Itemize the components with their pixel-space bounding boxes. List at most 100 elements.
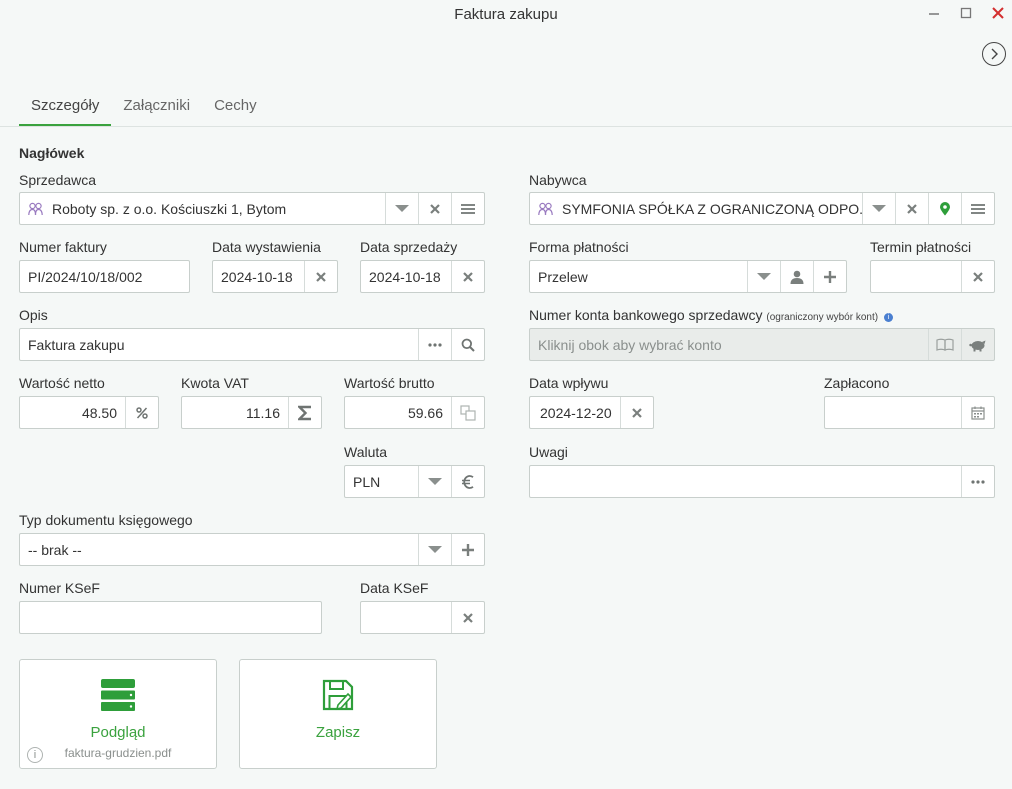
sale-date-clear-button[interactable] <box>451 261 484 292</box>
notes-more-button[interactable] <box>961 466 994 497</box>
seller-label: Sprzedawca <box>19 172 97 188</box>
net-value-label: Wartość netto <box>19 375 105 391</box>
info-icon[interactable]: i <box>883 313 893 322</box>
payment-form-field[interactable]: Przelew <box>529 260 847 293</box>
bank-account-book-button[interactable] <box>928 329 961 360</box>
description-search-button[interactable] <box>451 329 484 360</box>
payment-form-add-button[interactable] <box>813 261 846 292</box>
vat-field[interactable]: 11.16 <box>181 396 322 429</box>
net-value-field[interactable]: 48.50 <box>19 396 159 429</box>
save-card[interactable]: Zapisz <box>239 659 437 769</box>
paid-label: Zapłacono <box>824 375 890 391</box>
seller-dropdown-button[interactable] <box>385 193 418 224</box>
calendar-icon <box>971 406 985 420</box>
payment-form-value: Przelew <box>538 268 588 285</box>
invoice-number-field[interactable]: PI/2024/10/18/002 <box>19 260 190 293</box>
preview-card[interactable]: Podgląd faktura-grudzien.pdf i <box>19 659 217 769</box>
tab-divider <box>0 126 1012 127</box>
bank-account-placeholder: Kliknij obok aby wybrać konto <box>538 336 722 353</box>
description-value: Faktura zakupu <box>28 336 125 353</box>
sale-date-field[interactable]: 2024-10-18 <box>360 260 485 293</box>
net-percent-button[interactable] <box>125 397 158 428</box>
ksef-number-field[interactable] <box>19 601 322 634</box>
doc-type-dropdown-button[interactable] <box>418 534 451 565</box>
vat-sum-button[interactable] <box>288 397 321 428</box>
currency-rate-button[interactable] <box>451 466 484 497</box>
issue-date-value: 2024-10-18 <box>221 268 293 285</box>
seller-field[interactable]: Roboty sp. z o.o. Kościuszki 1, Bytom <box>19 192 485 225</box>
save-icon <box>322 679 354 711</box>
bank-account-label: Numer konta bankowego sprzedawcy <box>529 307 763 323</box>
buyer-value: SYMFONIA SPÓŁKA Z OGRANICZONĄ ODPO... <box>562 200 862 217</box>
receipt-date-clear-button[interactable] <box>620 397 653 428</box>
preview-label: Podgląd <box>90 724 146 741</box>
paid-field[interactable] <box>824 396 995 429</box>
gross-copy-button[interactable] <box>451 397 484 428</box>
gross-value: 59.66 <box>407 404 443 421</box>
next-button[interactable] <box>982 42 1006 66</box>
payment-term-clear-button[interactable] <box>961 261 994 292</box>
clear-icon <box>632 407 642 418</box>
list-icon <box>971 203 985 214</box>
payment-term-field[interactable] <box>870 260 995 293</box>
maximize-button[interactable] <box>954 2 978 24</box>
seller-clear-button[interactable] <box>418 193 451 224</box>
section-header: Nagłówek <box>19 145 85 161</box>
doc-type-field[interactable]: -- brak -- <box>19 533 485 566</box>
description-field[interactable]: Faktura zakupu <box>19 328 485 361</box>
buyer-list-button[interactable] <box>961 193 994 224</box>
issue-date-field[interactable]: 2024-10-18 <box>212 260 338 293</box>
sigma-icon <box>298 405 311 420</box>
person-icon <box>790 270 804 284</box>
receipt-date-value: 2024-12-20 <box>540 404 612 421</box>
description-more-button[interactable] <box>418 329 451 360</box>
invoice-number-label: Numer faktury <box>19 239 107 255</box>
window-title: Faktura zakupu <box>454 6 558 23</box>
document-stack-icon <box>101 679 135 711</box>
notes-label: Uwagi <box>529 444 568 460</box>
currency-field[interactable]: PLN <box>344 465 485 498</box>
seller-list-button[interactable] <box>451 193 484 224</box>
clear-icon <box>430 203 440 214</box>
ksef-date-field[interactable] <box>360 601 485 634</box>
doc-type-add-button[interactable] <box>451 534 484 565</box>
clear-icon <box>907 203 917 214</box>
bank-account-piggy-button[interactable] <box>961 329 994 360</box>
contractor-icon <box>28 193 44 224</box>
currency-dropdown-button[interactable] <box>418 466 451 497</box>
receipt-date-field[interactable]: 2024-12-20 <box>529 396 654 429</box>
ksef-number-label: Numer KSeF <box>19 580 100 596</box>
bank-account-label-row: Numer konta bankowego sprzedawcy (ograni… <box>529 307 893 323</box>
buyer-label: Nabywca <box>529 172 587 188</box>
payment-form-person-button[interactable] <box>780 261 813 292</box>
info-icon[interactable]: i <box>27 747 43 763</box>
buyer-field[interactable]: SYMFONIA SPÓŁKA Z OGRANICZONĄ ODPO... <box>529 192 995 225</box>
more-icon <box>971 479 985 484</box>
paid-calendar-button[interactable] <box>961 397 994 428</box>
buyer-clear-button[interactable] <box>895 193 928 224</box>
tab-attachments[interactable]: Załączniki <box>111 96 202 126</box>
buyer-dropdown-button[interactable] <box>862 193 895 224</box>
clear-icon <box>463 271 473 282</box>
close-button[interactable] <box>986 2 1010 24</box>
payment-form-dropdown-button[interactable] <box>747 261 780 292</box>
tab-details[interactable]: Szczegóły <box>19 96 112 126</box>
close-icon <box>992 7 1004 19</box>
minimize-button[interactable] <box>922 2 946 24</box>
notes-field[interactable] <box>529 465 995 498</box>
preview-filename: faktura-grudzien.pdf <box>64 746 172 760</box>
plus-icon <box>462 543 474 556</box>
currency-value: PLN <box>353 473 381 490</box>
bank-account-field[interactable]: Kliknij obok aby wybrać konto <box>529 328 995 361</box>
doc-type-label: Typ dokumentu księgowego <box>19 512 193 528</box>
issue-date-label: Data wystawienia <box>212 239 321 255</box>
notes-value <box>530 466 961 497</box>
buyer-location-button[interactable] <box>928 193 961 224</box>
payment-form-label: Forma płatności <box>529 239 629 255</box>
tab-attributes[interactable]: Cechy <box>202 96 269 126</box>
sale-date-value: 2024-10-18 <box>369 268 441 285</box>
chevron-right-icon <box>991 48 998 60</box>
issue-date-clear-button[interactable] <box>304 261 337 292</box>
gross-value-field[interactable]: 59.66 <box>344 396 485 429</box>
ksef-date-clear-button[interactable] <box>451 602 484 633</box>
